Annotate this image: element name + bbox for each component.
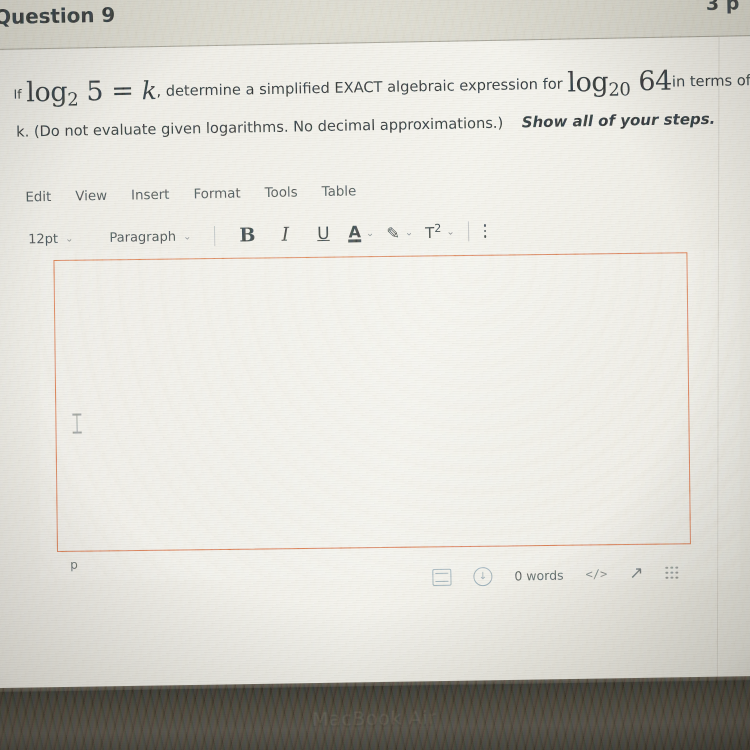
menu-item-format[interactable]: Format <box>193 187 240 203</box>
font-size-dropdown[interactable]: 12pt ⌄ <box>28 231 84 247</box>
chevron-down-icon[interactable]: ⌄ <box>446 226 455 237</box>
block-format-dropdown[interactable]: Paragraph ⌄ <box>109 229 201 246</box>
keyboard-shortcuts-icon[interactable] <box>432 568 452 586</box>
question-points: 3 p <box>705 0 740 15</box>
menu-item-view[interactable]: View <box>75 189 107 205</box>
italic-button[interactable]: I <box>272 221 298 247</box>
prompt-tail-text: in terms of <box>671 72 750 91</box>
toolbar-divider <box>214 225 216 246</box>
chevron-down-icon: ⌄ <box>64 233 74 245</box>
source-code-icon[interactable]: </> <box>585 567 607 581</box>
prompt-mid-text: , determine a simplified EXACT algebraic… <box>156 75 563 101</box>
prompt-show-steps: Show all of your steps. <box>521 109 716 132</box>
menu-item-insert[interactable]: Insert <box>131 188 170 204</box>
math-log-base20: log20 64 <box>567 65 673 101</box>
underline-button[interactable]: U <box>310 221 336 247</box>
highlighter-pen-icon: ✎ <box>386 223 400 243</box>
chevron-down-icon: ⌄ <box>182 230 192 243</box>
font-size-value: 12pt <box>28 231 59 247</box>
answer-textarea[interactable] <box>53 252 691 552</box>
fullscreen-expand-icon[interactable]: ↗ <box>629 563 644 583</box>
text-color-icon: A <box>348 222 362 243</box>
superscript-icon: T2 <box>425 221 442 243</box>
resize-grip-icon[interactable] <box>665 566 679 580</box>
superscript-button[interactable]: T2 ⌄ <box>425 219 455 246</box>
laptop-screen: Question 9 3 p If log2 5 = k, determine … <box>0 0 750 698</box>
accessibility-checker-icon[interactable]: ↓ <box>473 566 493 586</box>
bold-button[interactable]: B <box>234 222 260 248</box>
chevron-down-icon[interactable]: ⌄ <box>405 227 414 238</box>
menu-item-table[interactable]: Table <box>322 184 357 200</box>
toolbar-divider <box>467 221 469 242</box>
menu-item-tools[interactable]: Tools <box>265 185 298 201</box>
editor-element-path[interactable]: p <box>70 558 78 572</box>
text-cursor-ibeam <box>72 413 81 433</box>
block-format-value: Paragraph <box>109 229 177 246</box>
more-options-icon[interactable] <box>483 224 487 238</box>
prompt-lead: If <box>13 86 22 102</box>
highlight-color-button[interactable]: ✎ ⌄ <box>386 219 413 245</box>
text-color-button[interactable]: A ⌄ <box>348 220 374 246</box>
word-count: 0 words <box>514 567 564 584</box>
photo-of-laptop-screen: Question 9 3 p If log2 5 = k, determine … <box>0 0 750 750</box>
chevron-down-icon[interactable]: ⌄ <box>366 228 375 239</box>
macbook-air-label: MacBook Air <box>311 707 437 731</box>
page-title: Question 9 <box>0 2 116 29</box>
menu-item-edit[interactable]: Edit <box>25 190 51 205</box>
math-log-base2: log2 5 = k <box>25 75 157 111</box>
